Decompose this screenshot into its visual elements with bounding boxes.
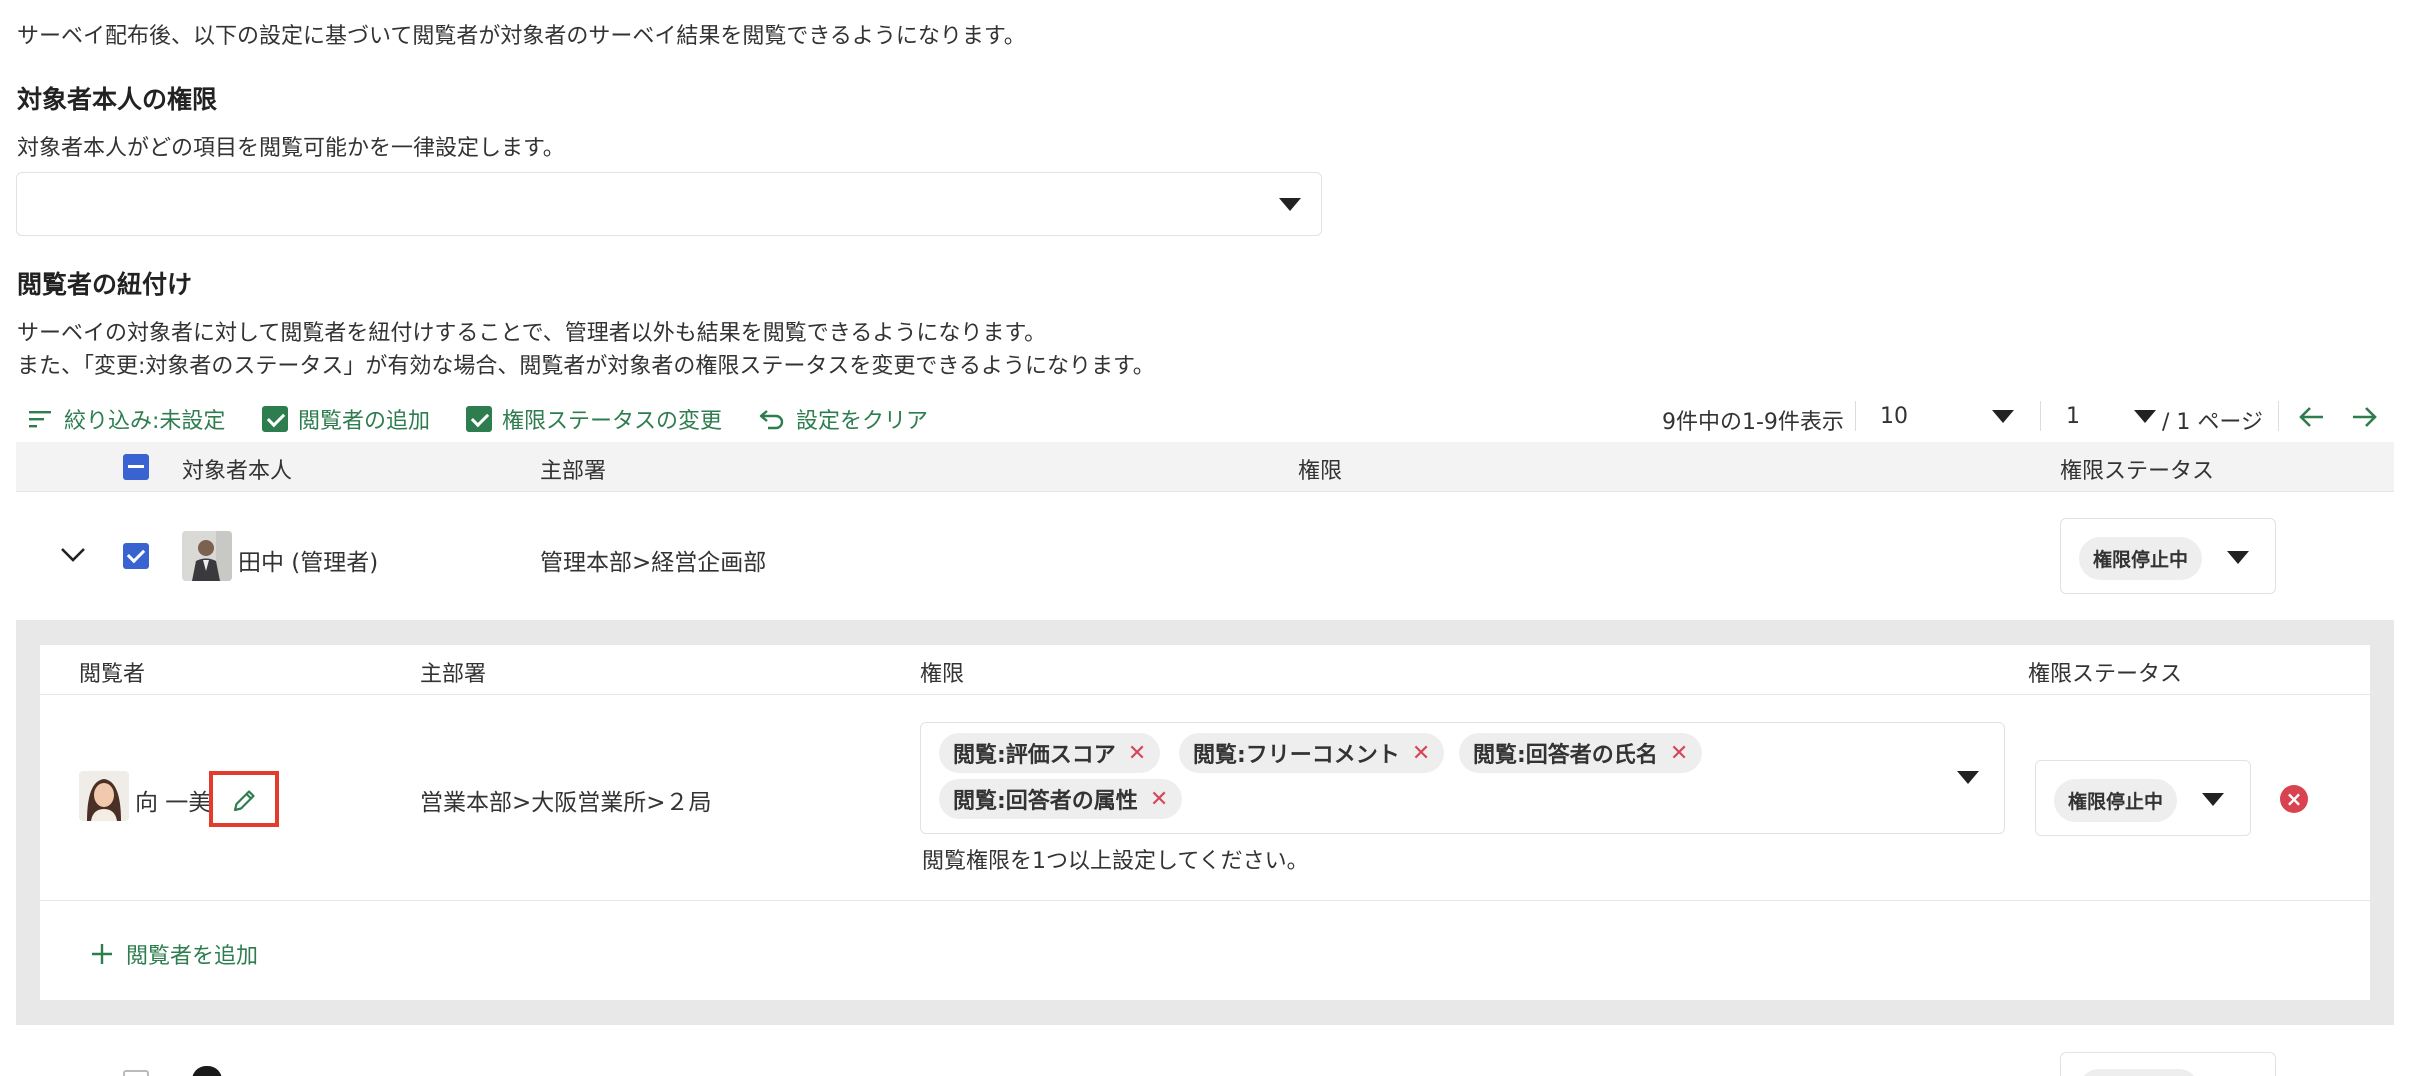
filter-button[interactable]: 絞り込み:未設定 <box>28 403 225 435</box>
self-permission-description: 対象者本人がどの項目を閲覧可能かを一律設定します。 <box>17 136 565 161</box>
permission-tag: 閲覧:回答者の属性 ✕ <box>939 779 1183 819</box>
page-value: 1 <box>2066 404 2080 429</box>
page-size-arrow-icon <box>1992 410 2014 423</box>
status-select[interactable] <box>2060 1052 2276 1076</box>
pencil-icon <box>233 790 255 812</box>
viewer-column-header-status: 権限ステータス <box>2028 662 2183 687</box>
prev-page-icon[interactable] <box>2298 404 2326 430</box>
self-permission-heading: 対象者本人の権限 <box>17 85 218 114</box>
viewers-table-header: 閲覧者 主部署 権限 権限ステータス <box>40 645 2370 695</box>
permission-hint: 閲覧権限を1つ以上設定してください。 <box>922 849 1309 874</box>
page-select[interactable]: 1 <box>2064 398 2156 436</box>
status-arrow-icon <box>2227 551 2249 564</box>
remove-viewer-icon[interactable]: × <box>2280 785 2308 813</box>
chevron-down-icon[interactable] <box>60 546 86 564</box>
row-checkbox[interactable] <box>123 1070 149 1076</box>
permission-tag-label: 閲覧:回答者の氏名 <box>1473 743 1658 768</box>
clear-settings-button[interactable]: 設定をクリア <box>758 403 928 435</box>
add-viewer-link-label: 閲覧者を追加 <box>126 944 259 969</box>
add-viewer-button[interactable]: 閲覧者の追加 <box>262 403 430 435</box>
filter-label: 絞り込み:未設定 <box>64 409 226 434</box>
table-row <box>16 1026 2394 1076</box>
viewer-column-header-viewer: 閲覧者 <box>79 662 146 687</box>
column-header-permission: 権限 <box>1298 459 1343 484</box>
viewer-status-select[interactable]: 権限停止中 <box>2035 760 2251 836</box>
row-checkbox[interactable] <box>123 543 149 569</box>
add-viewer-link[interactable]: 閲覧者を追加 <box>90 938 258 970</box>
change-status-label: 権限ステータスの変更 <box>502 409 723 434</box>
viewer-name: 向 一美 <box>135 790 212 816</box>
remove-tag-icon[interactable]: ✕ <box>1150 787 1168 812</box>
status-badge <box>2079 1069 2199 1076</box>
permission-dropdown-arrow-icon <box>1957 771 1979 784</box>
column-header-target: 対象者本人 <box>182 459 293 484</box>
clear-settings-label: 設定をクリア <box>796 409 929 434</box>
edit-viewer-button[interactable] <box>209 771 279 827</box>
permission-multiselect[interactable]: 閲覧:評価スコア ✕ 閲覧:フリーコメント ✕ 閲覧:回答者の氏名 ✕ 閲覧:回… <box>920 722 2005 834</box>
viewer-column-header-permission: 権限 <box>920 662 965 687</box>
dropdown-arrow-icon <box>1279 198 1301 211</box>
pagination-divider <box>2040 401 2041 431</box>
permission-tag: 閲覧:フリーコメント ✕ <box>1179 733 1445 773</box>
avatar <box>192 1066 222 1076</box>
permission-tag: 閲覧:回答者の氏名 ✕ <box>1459 733 1703 773</box>
next-page-icon[interactable] <box>2350 404 2378 430</box>
table-row: 田中 (管理者) 管理本部>経営企画部 権限停止中 <box>16 493 2394 619</box>
permission-tag-label: 閲覧:回答者の属性 <box>953 789 1138 814</box>
avatar <box>182 531 232 581</box>
remove-tag-icon[interactable]: ✕ <box>1412 741 1430 766</box>
checkbox-status-icon <box>466 406 492 432</box>
column-header-department: 主部署 <box>540 459 607 484</box>
filter-icon <box>29 411 51 428</box>
viewer-department: 営業本部>大阪営業所>２局 <box>420 790 712 816</box>
row-divider <box>40 900 2370 901</box>
column-header-status: 権限ステータス <box>2060 459 2215 484</box>
self-permission-select[interactable] <box>16 172 1322 236</box>
pagination-divider <box>1855 401 1856 431</box>
page-size-value: 10 <box>1880 404 1908 429</box>
add-viewer-label: 閲覧者の追加 <box>298 409 431 434</box>
permission-tag: 閲覧:評価スコア ✕ <box>939 733 1161 773</box>
viewer-link-heading: 閲覧者の紐付け <box>17 270 193 299</box>
status-arrow-icon <box>2202 793 2224 806</box>
status-badge: 権限停止中 <box>2054 779 2178 822</box>
change-status-button[interactable]: 権限ステータスの変更 <box>466 403 722 435</box>
pagination-summary: 9件中の1-9件表示 <box>1662 410 1844 435</box>
undo-icon <box>759 410 784 430</box>
avatar <box>79 771 129 821</box>
status-badge: 権限停止中 <box>2079 537 2203 580</box>
permission-tag-label: 閲覧:評価スコア <box>953 743 1116 768</box>
remove-tag-icon[interactable]: ✕ <box>1128 741 1146 766</box>
viewer-link-description-2: また、「変更:対象者のステータス」が有効な場合、閲覧者が対象者の権限ステータスを… <box>17 354 1155 379</box>
target-department: 管理本部>経営企画部 <box>540 550 767 576</box>
viewer-column-header-department: 主部署 <box>420 662 487 687</box>
remove-tag-icon[interactable]: ✕ <box>1670 741 1688 766</box>
plus-icon <box>92 944 112 964</box>
table-header: 対象者本人 主部署 権限 権限ステータス <box>16 442 2394 492</box>
page-total: / 1 ページ <box>2162 410 2263 435</box>
select-all-checkbox[interactable] <box>123 454 149 480</box>
intro-text: サーベイ配布後、以下の設定に基づいて閲覧者が対象者のサーベイ結果を閲覧できるよう… <box>17 24 1026 49</box>
page-size-select[interactable]: 10 <box>1878 398 2028 436</box>
pagination-divider <box>2278 401 2279 431</box>
viewer-link-description-1: サーベイの対象者に対して閲覧者を紐付けすることで、管理者以外も結果を閲覧できるよ… <box>17 321 1047 346</box>
target-name: 田中 (管理者) <box>238 550 379 576</box>
permission-tag-label: 閲覧:フリーコメント <box>1193 743 1400 768</box>
checkbox-add-icon <box>262 406 288 432</box>
status-select[interactable]: 権限停止中 <box>2060 518 2276 594</box>
page-arrow-icon <box>2134 410 2156 423</box>
